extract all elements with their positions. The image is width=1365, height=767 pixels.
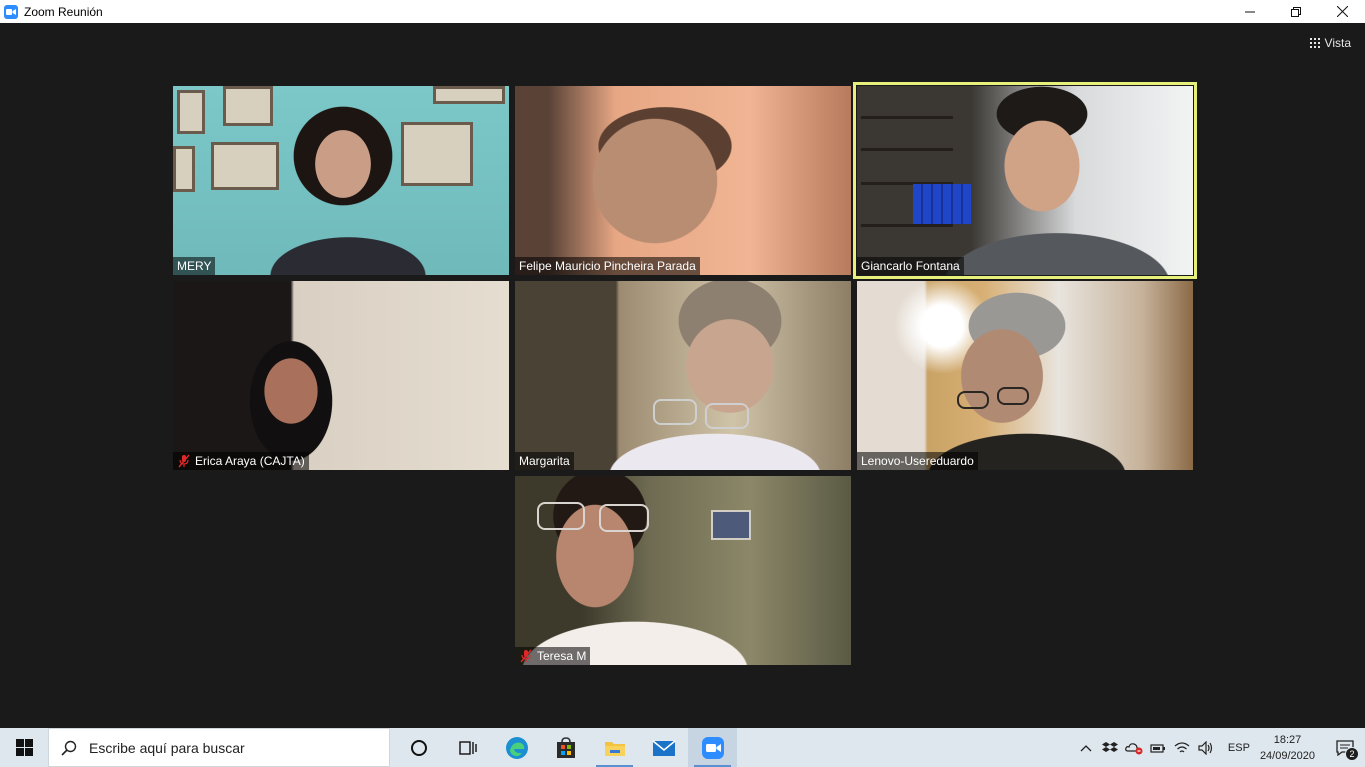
- participant-video-erica[interactable]: Erica Araya (CAJTA): [173, 281, 509, 470]
- taskbar: ESP 18:27 24/09/2020 2: [0, 728, 1365, 767]
- participant-video-margarita[interactable]: Margarita: [515, 281, 851, 470]
- task-view-icon: [458, 740, 477, 755]
- cortana-button[interactable]: [394, 728, 443, 767]
- participant-name-label: Teresa M: [515, 647, 591, 665]
- battery-icon: [1150, 743, 1165, 753]
- participant-name-label: Erica Araya (CAJTA): [173, 452, 309, 470]
- participant-name-label: Felipe Mauricio Pincheira Parada: [515, 257, 700, 275]
- store-button[interactable]: [541, 728, 590, 767]
- file-explorer-button[interactable]: [590, 728, 639, 767]
- participant-video-giancarlo[interactable]: Giancarlo Fontana: [853, 82, 1197, 279]
- mail-icon: [651, 739, 676, 756]
- windows-logo-icon: [15, 739, 33, 756]
- volume-tray-button[interactable]: [1194, 728, 1218, 767]
- participant-name-label: Lenovo-Usereduardo: [857, 452, 978, 470]
- task-view-button[interactable]: [443, 728, 492, 767]
- wifi-tray-button[interactable]: [1170, 728, 1194, 767]
- participant-video-lenovo[interactable]: Lenovo-Usereduardo: [857, 281, 1193, 470]
- speaker-icon: [1198, 740, 1213, 755]
- participant-video-mery[interactable]: MERY: [173, 86, 509, 275]
- dropbox-icon: [1101, 741, 1118, 752]
- minimize-button[interactable]: [1227, 0, 1273, 23]
- dropbox-tray-button[interactable]: [1098, 728, 1122, 767]
- zoom-icon: [701, 736, 724, 759]
- start-button[interactable]: [0, 728, 48, 767]
- zoom-app-icon: [4, 4, 18, 19]
- window-title: Zoom Reunión: [24, 4, 103, 19]
- view-label: Vista: [1324, 36, 1351, 50]
- close-icon: [1336, 6, 1348, 17]
- participant-name-label: Giancarlo Fontana: [857, 257, 964, 275]
- minimize-icon: [1245, 11, 1255, 12]
- participant-video-teresa[interactable]: Teresa M: [515, 476, 851, 665]
- microphone-muted-icon: [177, 454, 191, 468]
- restore-icon: [1291, 6, 1301, 17]
- microphone-muted-icon: [519, 649, 533, 663]
- clock-date: 24/09/2020: [1259, 749, 1315, 762]
- window-controls: [1227, 0, 1365, 23]
- taskbar-clock[interactable]: 18:27 24/09/2020: [1260, 732, 1315, 764]
- participant-name-label: Margarita: [515, 452, 574, 470]
- mail-button[interactable]: [639, 728, 688, 767]
- participant-name-label: MERY: [173, 257, 216, 275]
- input-language-indicator[interactable]: ESP: [1228, 742, 1250, 754]
- wifi-icon: [1174, 741, 1190, 752]
- gallery-grid-icon: [1309, 38, 1320, 48]
- system-tray: ESP 18:27 24/09/2020 2: [1074, 728, 1365, 767]
- search-input[interactable]: [89, 739, 369, 756]
- restore-button[interactable]: [1273, 0, 1319, 23]
- pinned-apps: [394, 728, 737, 767]
- zoom-taskbar-button[interactable]: [688, 728, 737, 767]
- chevron-up-icon: [1080, 744, 1092, 751]
- taskbar-search[interactable]: [48, 728, 390, 767]
- window-titlebar: Zoom Reunión: [0, 0, 1365, 23]
- cortana-icon: [410, 739, 427, 756]
- close-button[interactable]: [1319, 0, 1365, 23]
- edge-icon: [505, 736, 528, 759]
- edge-button[interactable]: [492, 728, 541, 767]
- store-icon: [556, 736, 575, 758]
- show-hidden-icons-button[interactable]: [1074, 728, 1098, 767]
- cloud-error-icon: [1125, 742, 1143, 754]
- view-button[interactable]: Vista: [1309, 36, 1351, 50]
- meeting-gallery: Vista MERY Felipe Mauricio Pincheira Par…: [0, 23, 1365, 728]
- action-center-button[interactable]: 2: [1325, 728, 1365, 767]
- search-icon: [61, 740, 77, 756]
- participant-video-felipe[interactable]: Felipe Mauricio Pincheira Parada: [515, 86, 851, 275]
- file-explorer-icon: [604, 741, 625, 756]
- notification-count-badge: 2: [1345, 747, 1359, 761]
- battery-tray-button[interactable]: [1146, 728, 1170, 767]
- clock-time: 18:27: [1273, 733, 1302, 746]
- onedrive-tray-button[interactable]: [1122, 728, 1146, 767]
